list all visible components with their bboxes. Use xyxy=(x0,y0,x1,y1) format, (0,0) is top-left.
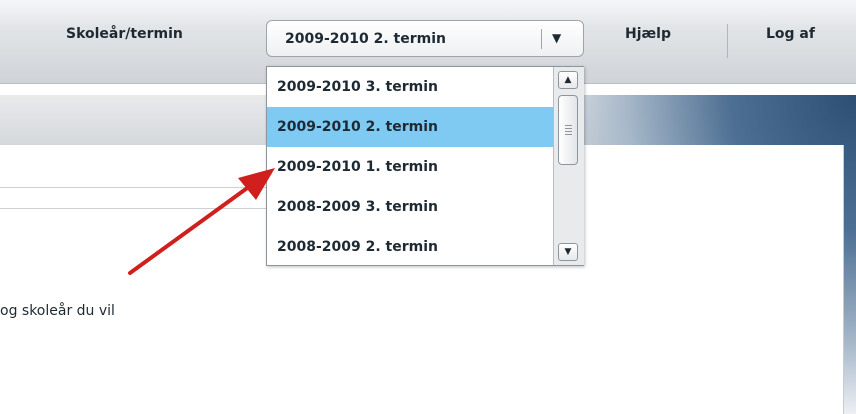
term-dropdown-list[interactable]: 2009-2010 3. termin 2009-2010 2. termin … xyxy=(266,66,584,266)
grip-line xyxy=(565,128,572,129)
toolbar-separator xyxy=(727,24,728,58)
dropdown-scrollbar[interactable]: ▲ ▼ xyxy=(553,67,584,265)
grip-line xyxy=(565,134,572,135)
term-select-value: 2009-2010 2. termin xyxy=(285,31,446,47)
scroll-up-icon[interactable]: ▲ xyxy=(558,71,578,89)
logout-link[interactable]: Log af xyxy=(766,26,815,42)
scroll-down-icon[interactable]: ▼ xyxy=(558,243,578,261)
dropdown-option[interactable]: 2009-2010 3. termin xyxy=(267,67,553,107)
grip-line xyxy=(565,125,572,126)
select-divider xyxy=(541,29,542,49)
term-label: Skoleår/termin xyxy=(66,26,183,42)
annotation-arrow-icon xyxy=(128,168,275,275)
dropdown-option[interactable]: 2008-2009 2. termin xyxy=(267,227,553,267)
hint-text: og skoleår du vil xyxy=(0,303,115,319)
term-select[interactable]: 2009-2010 2. termin ▼ xyxy=(266,20,584,57)
grip-line xyxy=(565,131,572,132)
help-link[interactable]: Hjælp xyxy=(625,26,671,42)
dropdown-option[interactable]: 2009-2010 1. termin xyxy=(267,147,553,187)
chevron-down-icon[interactable]: ▼ xyxy=(552,31,561,45)
dropdown-option-selected[interactable]: 2009-2010 2. termin xyxy=(267,107,553,147)
scrollbar-thumb[interactable] xyxy=(558,95,578,165)
dropdown-option[interactable]: 2008-2009 3. termin xyxy=(267,187,553,227)
